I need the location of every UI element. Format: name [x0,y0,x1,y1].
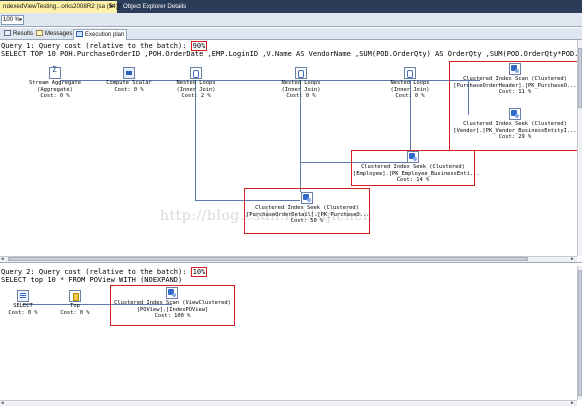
node-name: Nested Loops [390,80,430,86]
node-subtitle: (Inner Join) [390,86,430,93]
node-subtitle: [Employee].[PK_Employee_BusinessEnti... [353,170,480,177]
zoom-toolbar: 100 % ▾ [0,13,582,27]
node-cost: Cost: 0 % [395,93,425,100]
node-subtitle: [PurchaseOrderHeader].[PK_PurchaseO... [453,82,577,89]
plan-node-top[interactable]: Top Cost: 0 % [52,290,98,316]
node-name: Stream Aggregate [29,80,81,86]
compute-scalar-icon [123,67,135,79]
tab-results-label: Results [13,31,34,37]
nested-loops-icon [295,67,307,79]
node-subtitle: [Vendor].[PK_Vendor_BusinessEntityI... [453,127,577,134]
plan-node-nested-loops-3[interactable]: Nested Loops (Inner Join) Cost: 0 % [378,67,442,100]
node-name: Clustered Index Scan (ViewClustered) [114,300,231,306]
chevron-down-icon[interactable]: ▾ [19,16,22,24]
zoom-select[interactable]: 100 % ▾ [1,15,24,25]
query1-header: Query 1: Query cost (relative to the bat… [1,41,208,51]
query2-plan-pane[interactable]: Query 2: Query cost (relative to the bat… [0,266,578,401]
document-tabstrip: ndexedViewTesting...orks2008R2 (sa (54))… [0,0,582,13]
execution-plan-icon [76,31,83,37]
node-name: Clustered Index Seek (Clustered) [361,164,465,170]
stream-aggregate-icon [49,67,61,79]
plan-node-clustered-index-seek-employee[interactable]: Clustered Index Seek (Clustered) [Employ… [353,151,480,184]
node-subtitle: (Inner Join) [281,86,321,93]
close-icon[interactable]: ✕ [109,1,114,13]
scrollbar-thumb[interactable] [578,48,582,108]
node-cost: Cost: 29 % [498,134,532,141]
node-cost: Cost: 0 % [60,309,90,316]
grid-icon [4,30,11,36]
plan-node-compute-scalar[interactable]: Compute Scalar Cost: 0 % [94,67,164,93]
scrollbar-thumb[interactable] [8,257,528,261]
clustered-index-seek-icon [301,192,313,204]
result-tabs-bar: Results Messages Execution plan [0,28,582,40]
top-operator-icon [69,290,81,302]
clustered-index-scan-icon [509,63,521,75]
tab-query-editor[interactable]: ndexedViewTesting...orks2008R2 (sa (54))… [0,1,122,13]
query2-sql: SELECT top 10 * FROM POView WITH (NOEXPA… [1,276,183,284]
node-cost: Cost: 14 % [396,177,430,184]
query2-vertical-scrollbar[interactable] [577,266,582,400]
messages-icon [36,30,43,36]
tab-messages-label: Messages [45,31,73,37]
node-cost: Cost: 0 % [40,93,70,100]
node-name: Clustered Index Scan (Clustered) [463,76,567,82]
query2-cost-percent: 10% [190,267,208,277]
node-cost: Cost: 0 % [286,93,316,100]
plan-node-nested-loops-1[interactable]: Nested Loops (Inner Join) Cost: 2 % [164,67,228,100]
node-cost: Cost: 100 % [154,313,191,320]
node-subtitle: (Inner Join) [176,86,216,93]
node-name: Clustered Index Seek (Clustered) [463,121,567,127]
plan-node-clustered-index-scan-poheader[interactable]: Clustered Index Scan (Clustered) [Purcha… [453,63,577,96]
query2-header-text: Query 2: Query cost (relative to the bat… [1,268,187,276]
node-cost: Cost: 2 % [181,93,211,100]
nested-loops-icon [190,67,202,79]
tab-query-label: ndexedViewTesting...orks2008R2 (sa (54))… [3,3,123,10]
scrollbar-thumb[interactable] [578,270,582,396]
zoom-value: 100 % [3,17,21,23]
query2-horizontal-scrollbar[interactable]: ◂ ▸ [0,400,577,406]
node-name: SELECT [13,303,33,309]
nested-loops-icon [404,67,416,79]
clustered-index-seek-icon [407,151,419,163]
plan-node-select[interactable]: SELECT Cost: 0 % [0,290,46,316]
tab-messages[interactable]: Messages [34,29,74,40]
node-name: Compute Scalar [106,80,152,86]
plan-node-nested-loops-2[interactable]: Nested Loops (Inner Join) Cost: 0 % [269,67,333,100]
plan-node-stream-aggregate[interactable]: Stream Aggregate (Aggregate) Cost: 0 % [20,67,90,100]
clustered-index-seek-icon [509,108,521,120]
clustered-index-scan-icon [166,287,178,299]
node-name: Top [70,303,80,309]
node-name: Nested Loops [281,80,321,86]
scroll-left-icon[interactable]: ◂ [1,401,4,406]
scroll-right-icon[interactable]: ▸ [571,401,574,406]
plan-node-clustered-index-seek-vendor[interactable]: Clustered Index Seek (Clustered) [Vendor… [453,108,577,141]
node-cost: Cost: 11 % [498,89,532,96]
node-cost: Cost: 0 % [114,86,144,93]
node-subtitle: [POView].[IndexPOView] [136,306,209,313]
query1-vertical-scrollbar[interactable] [577,40,582,256]
query2-header: Query 2: Query cost (relative to the bat… [1,267,208,277]
tab-execution-plan-label: Execution plan [85,32,125,38]
tab-execution-plan[interactable]: Execution plan [73,29,128,40]
tab-object-explorer-details[interactable]: Object Explorer Details [120,1,189,13]
node-cost: Cost: 0 % [8,309,38,316]
plan-node-clustered-index-scan-view[interactable]: Clustered Index Scan (ViewClustered) [PO… [112,287,233,320]
query1-sql: SELECT TOP 10 POH.PurchaseOrderID ,POH.O… [1,50,578,58]
node-name: Nested Loops [176,80,216,86]
query1-header-text: Query 1: Query cost (relative to the bat… [1,42,187,50]
tab-results[interactable]: Results [2,29,35,40]
node-subtitle: (Aggregate) [37,86,73,93]
watermark-text: http://blog.csdn.net/sqlchen [160,208,373,224]
select-icon [17,290,29,302]
